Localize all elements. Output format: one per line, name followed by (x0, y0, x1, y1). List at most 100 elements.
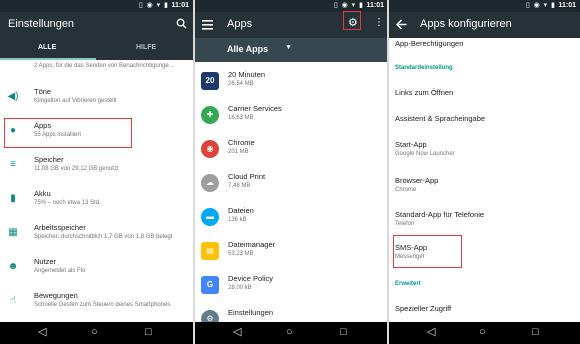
overflow-menu-icon[interactable]: ⋮ (374, 17, 384, 28)
app-size: 201 MB (228, 149, 249, 155)
status-icons: ▯ ◉ ▾ ▮ (333, 2, 364, 9)
list-item-start-app[interactable]: Start-App Google Now Launcher (389, 134, 580, 168)
recents-icon[interactable]: □ (340, 326, 347, 338)
configure-apps-panel: ▯ ◉ ▾ ▮ 11:01 Apps konfigurieren App-Ber… (389, 0, 580, 344)
list-item-spezieller-zugriff[interactable]: Spezieller Zugriff (389, 296, 580, 322)
filter-label: Alle Apps (227, 44, 269, 54)
status-bar: ▯ ◉ ▾ ▮ 11:01 (389, 0, 580, 12)
app-row[interactable]: G Device Policy 28,00 kB (195, 268, 388, 302)
home-icon[interactable]: ○ (286, 326, 293, 338)
status-time: 11:01 (366, 2, 384, 9)
person-icon: ☻ (7, 261, 19, 272)
list-item-title: Nutzer (34, 257, 57, 266)
list-item-title: Akku (34, 189, 51, 198)
back-icon[interactable]: ◁ (427, 326, 435, 338)
list-item-title: Arbeitsspeicher (34, 223, 86, 232)
app-name: Einstellungen (228, 308, 274, 317)
tab-hilfe[interactable]: HILFE (136, 44, 156, 51)
section-header-advanced: Erweitert (395, 281, 421, 287)
status-bar: ▯ ◉ ▾ ▮ 11:01 (0, 0, 193, 12)
app-name: Device Policy (228, 274, 274, 283)
status-time: 11:01 (558, 2, 576, 9)
app-size: 16,63 MB (228, 115, 254, 121)
list-item-nutzer[interactable]: ☻ Nutzer Angemeldet als Flo (0, 252, 193, 286)
app-row[interactable]: ☁ Cloud Print 7,48 MB (195, 166, 388, 200)
back-arrow-icon[interactable] (396, 19, 407, 30)
list-item-subtitle: 75% – noch etwa 13 Std. (34, 200, 101, 206)
battery-icon: ▮ (10, 193, 16, 204)
list-item-title: Start-App (395, 140, 427, 149)
search-icon[interactable] (176, 18, 187, 29)
app-20minuten-icon: 20 (201, 72, 219, 90)
app-name: Carrier Services (228, 104, 282, 113)
list-item-subtitle: Schnelle Gesten zum Steuern deines Smart… (34, 302, 171, 308)
app-carrier-services-icon: ✚ (201, 106, 219, 124)
home-icon[interactable]: ○ (479, 326, 486, 338)
highlight-box (343, 11, 361, 30)
app-row[interactable]: ▤ Dateimanager 53,23 MB (195, 234, 388, 268)
app-dateien-icon: ▬ (201, 208, 219, 226)
app-list: 20 20 Minuten 26,54 MB ✚ Carrier Service… (195, 62, 388, 328)
app-row[interactable]: ◉ Chrome 201 MB (195, 132, 388, 166)
list-item-notifications[interactable]: 2 Apps, für die das Senden von Benachric… (0, 60, 193, 74)
list-item-telefonie[interactable]: Standard-App für Telefonie Telefon (389, 204, 580, 238)
app-row[interactable]: 20 20 Minuten 26,54 MB (195, 64, 388, 98)
list-item-subtitle: Speicher: durchschnittlich 1,7 GB von 1,… (34, 234, 173, 240)
back-icon[interactable]: ◁ (233, 326, 241, 338)
app-name: Cloud Print (228, 172, 266, 181)
list-item-title: Bewegungen (34, 291, 78, 300)
app-name: Dateien (228, 206, 254, 215)
tab-bar: ALLE HILFE (0, 38, 193, 60)
status-time: 11:01 (171, 2, 189, 9)
recents-icon[interactable]: □ (532, 326, 539, 338)
page-title: Apps konfigurieren (420, 18, 512, 30)
list-item-title: Speicher (34, 155, 64, 164)
list-item-akku[interactable]: ▮ Akku 75% – noch etwa 13 Std. (0, 184, 193, 218)
app-bar: Apps konfigurieren (389, 12, 580, 38)
dropdown-arrow-icon: ▼ (285, 44, 292, 51)
list-item-subtitle: 11,08 GB von 29,12 GB genutzt (34, 166, 119, 172)
app-row[interactable]: ✚ Carrier Services 16,63 MB (195, 98, 388, 132)
configure-list: App-Berechtigungen Standardeinstellung L… (389, 38, 580, 322)
status-icons: ▯ ◉ ▾ ▮ (525, 2, 556, 9)
list-item-title: App-Berechtigungen (395, 39, 464, 48)
list-item-browser-app[interactable]: Browser-App Chrome (389, 170, 580, 204)
list-item-subtitle: Telefon (395, 221, 415, 227)
app-row[interactable]: ▬ Dateien 136 kB (195, 200, 388, 234)
volume-icon: ◀) (7, 91, 19, 102)
app-device-policy-icon: G (201, 276, 219, 294)
app-chrome-icon: ◉ (201, 140, 219, 158)
list-item-subtitle: Google Now Launcher (395, 151, 455, 157)
list-item-arbeitsspeicher[interactable]: ▦ Arbeitsspeicher Speicher: durchschnitt… (0, 218, 193, 252)
back-icon[interactable]: ◁ (38, 326, 46, 338)
status-icons: ▯ ◉ ▾ ▮ (138, 2, 169, 9)
menu-icon[interactable] (202, 20, 213, 30)
app-cloud-print-icon: ☁ (201, 174, 219, 192)
nav-bar: ◁ ○ □ (389, 322, 580, 344)
settings-panel: ▯ ◉ ▾ ▮ 11:01 Einstellungen ALLE HILFE 2… (0, 0, 193, 344)
list-item-title: Töne (34, 87, 52, 96)
memory-icon: ▦ (8, 227, 18, 238)
apps-panel: ▯ ◉ ▾ ▮ 11:01 Apps ⚙ ⋮ Alle Apps ▼ 20 20… (195, 0, 388, 344)
page-title: Apps (227, 18, 253, 30)
highlight-box (4, 118, 132, 148)
tab-alle[interactable]: ALLE (38, 44, 56, 51)
app-size: 28,00 kB (228, 285, 252, 291)
list-item-bewegungen[interactable]: ☝ Bewegungen Schnelle Gesten zum Steuern… (0, 286, 193, 320)
app-filter-dropdown[interactable]: Alle Apps ▼ (195, 38, 388, 62)
list-item-app-berechtigungen[interactable]: App-Berechtigungen (389, 38, 580, 52)
list-item-title: Assistent & Spracheingabe (395, 114, 486, 123)
list-item-links[interactable]: Links zum Öffnen (389, 82, 580, 108)
app-size: 53,23 MB (228, 251, 254, 257)
list-item-title: Spezieller Zugriff (395, 304, 452, 313)
recents-icon[interactable]: □ (145, 326, 152, 338)
list-item-assistent[interactable]: Assistent & Spracheingabe (389, 108, 580, 134)
list-item-toene[interactable]: ◀) Töne Klingelton auf Vibrieren gestell… (0, 82, 193, 116)
list-item-speicher[interactable]: ≡ Speicher 11,08 GB von 29,12 GB genutzt (0, 150, 193, 184)
storage-icon: ≡ (10, 159, 16, 170)
settings-list: 2 Apps, für die das Senden von Benachric… (0, 60, 193, 322)
list-item-title: Browser-App (395, 176, 439, 185)
app-name: 20 Minuten (228, 70, 266, 79)
list-item-subtitle: Klingelton auf Vibrieren gestellt (34, 98, 117, 104)
home-icon[interactable]: ○ (91, 326, 98, 338)
